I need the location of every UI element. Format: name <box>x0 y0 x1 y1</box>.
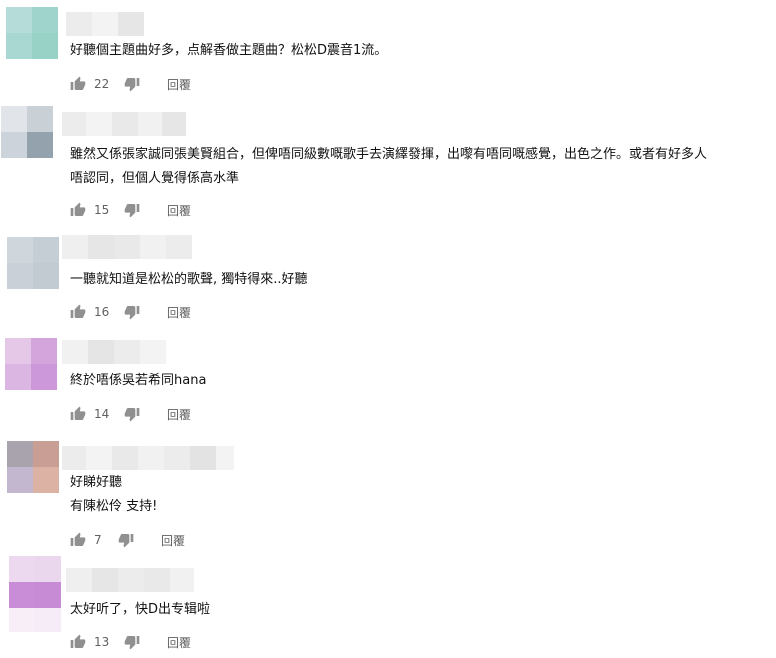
reply-button[interactable]: 回覆 <box>167 304 191 321</box>
comment-text: 一聽就知道是松松的歌聲, 獨特得來..好聽 <box>70 272 308 287</box>
comment-text: 好聽個主題曲好多，点解香做主題曲？松松D震音1流。 <box>70 43 388 58</box>
avatar[interactable] <box>1 106 53 158</box>
author-name-blurred[interactable] <box>62 340 166 364</box>
thumb-up-icon[interactable] <box>70 406 86 422</box>
comment-actions: 15 回覆 <box>70 200 191 220</box>
like-count: 22 <box>94 77 110 91</box>
comment-actions: 14 回覆 <box>70 404 191 424</box>
like-count: 15 <box>94 203 110 217</box>
author-name-blurred[interactable] <box>66 12 144 36</box>
thumb-down-icon[interactable] <box>124 76 140 92</box>
like-count: 16 <box>94 305 110 319</box>
reply-button[interactable]: 回覆 <box>167 634 191 651</box>
comment-actions: 22 回覆 <box>70 74 191 94</box>
avatar[interactable] <box>6 7 58 59</box>
reply-button[interactable]: 回覆 <box>167 406 191 423</box>
thumb-down-icon[interactable] <box>124 304 140 320</box>
reply-button[interactable]: 回覆 <box>167 202 191 219</box>
avatar[interactable] <box>9 556 61 608</box>
thumb-up-icon[interactable] <box>70 532 86 548</box>
comment-actions: 13 回覆 <box>70 632 191 652</box>
like-count: 14 <box>94 407 110 421</box>
like-count: 13 <box>94 635 110 649</box>
thumb-up-icon[interactable] <box>70 304 86 320</box>
author-name-blurred[interactable] <box>66 568 194 592</box>
author-name-blurred[interactable] <box>62 446 234 470</box>
like-count: 7 <box>94 533 102 547</box>
reply-button[interactable]: 回覆 <box>167 76 191 93</box>
thumb-down-icon[interactable] <box>124 202 140 218</box>
avatar[interactable] <box>5 338 57 390</box>
comment-text: 雖然又係張家誠同張美賢組合，但俾唔同級數嘅歌手去演繹發揮，出嚟有唔同嘅感覺，出色… <box>70 147 708 186</box>
comment-actions: 7 回覆 <box>70 530 185 550</box>
thumb-down-icon[interactable] <box>118 532 134 548</box>
comment-text: 好睇好聽 有陳松伶 支持! <box>70 475 158 514</box>
avatar[interactable] <box>7 441 59 493</box>
avatar[interactable] <box>7 237 59 289</box>
thumb-up-icon[interactable] <box>70 202 86 218</box>
comment-text: 終於唔係吳若希同hana <box>70 373 207 388</box>
thumb-down-icon[interactable] <box>124 406 140 422</box>
thumb-up-icon[interactable] <box>70 76 86 92</box>
author-name-blurred[interactable] <box>62 235 192 259</box>
author-name-blurred[interactable] <box>62 112 186 136</box>
reply-button[interactable]: 回覆 <box>161 532 185 549</box>
comment-actions: 16 回覆 <box>70 302 191 322</box>
comment-text: 太好听了，快D出专辑啦 <box>70 602 211 617</box>
thumb-down-icon[interactable] <box>124 634 140 650</box>
thumb-up-icon[interactable] <box>70 634 86 650</box>
avatar-fade <box>9 608 61 632</box>
